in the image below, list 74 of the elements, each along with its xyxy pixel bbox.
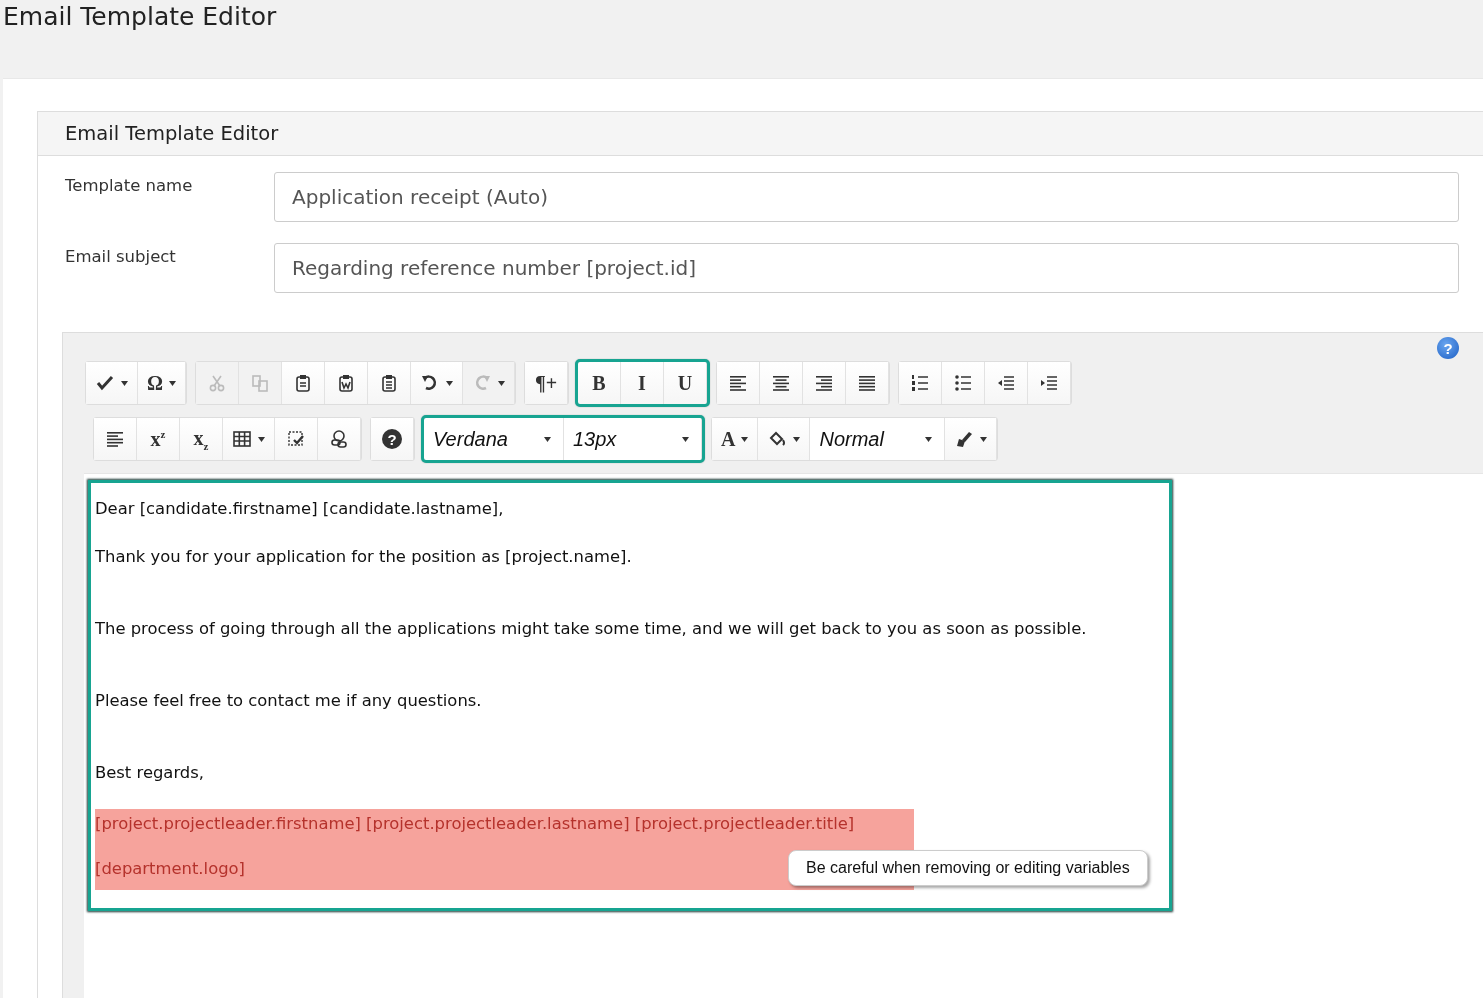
align-center-button[interactable] — [760, 362, 803, 404]
link-button[interactable] — [318, 418, 361, 460]
bullet-list-icon — [953, 373, 973, 393]
link-icon — [329, 429, 349, 449]
paragraph: Please feel free to contact me if any questions. — [95, 690, 483, 712]
paragraph: Best regards, — [95, 762, 206, 784]
caret-icon — [258, 436, 265, 442]
variable-text: [project.projectleader.firstname] [project.projectleader.lastname] [project.projectleader.title] — [95, 813, 855, 835]
caret-icon — [925, 436, 933, 442]
select-check-button[interactable] — [275, 418, 318, 460]
paragraph: The process of going through all the applications might take some time, and we will get back to you as soon as possible. — [95, 618, 1088, 640]
outdent-button[interactable] — [985, 362, 1028, 404]
tooltip: Be careful when removing or editing variables — [788, 850, 1148, 886]
format-button[interactable]: x$^{z}$ — [137, 418, 180, 460]
format-button[interactable]: x$_{z}$ — [180, 418, 223, 460]
scissors-icon — [207, 373, 227, 393]
format-button[interactable]: A — [712, 418, 759, 460]
caret-icon — [169, 380, 176, 386]
numbered-list-icon — [910, 373, 930, 393]
caret-icon — [121, 380, 128, 386]
check-icon — [95, 373, 115, 393]
numbered-list-button[interactable] — [899, 362, 942, 404]
select-check-icon — [286, 429, 306, 449]
clipboard-button[interactable] — [282, 362, 325, 404]
align-center-icon — [771, 373, 791, 393]
input-field[interactable]: Regarding reference number [project.id] — [274, 243, 1459, 293]
caret-icon — [544, 436, 551, 442]
bullet-list-button[interactable] — [942, 362, 985, 404]
clipboard-button[interactable] — [325, 362, 368, 404]
indent-button[interactable] — [1028, 362, 1071, 404]
align-left-button[interactable] — [717, 362, 760, 404]
page-title: Email Template Editor — [2, 1, 278, 33]
dropdown-select[interactable]: 13px — [564, 418, 702, 460]
outdent-icon — [996, 373, 1016, 393]
check-button[interactable] — [86, 362, 138, 404]
field-label: Template name — [65, 175, 194, 197]
caret-icon — [793, 436, 801, 442]
caret-icon — [498, 380, 505, 386]
indent-icon — [1039, 373, 1059, 393]
paragraph-lines-icon — [105, 429, 125, 449]
clipboard-icon — [336, 373, 356, 393]
caret-icon — [980, 436, 988, 442]
paragraph-lines-button[interactable] — [94, 418, 137, 460]
paragraph: Thank you for your application for the position as [project.name]. — [95, 546, 633, 568]
field-label: Email subject — [65, 246, 177, 268]
align-right-icon — [814, 373, 834, 393]
caret-icon — [446, 380, 453, 386]
format-button[interactable]: I — [621, 362, 664, 404]
clipboard-button[interactable] — [368, 362, 411, 404]
paragraph: Dear [candidate.firstname] [candidate.lastname], — [95, 498, 505, 520]
dropdown-select[interactable]: Verdana — [424, 418, 564, 460]
help-button[interactable]: ? — [371, 418, 414, 460]
table-button[interactable] — [223, 418, 275, 460]
align-right-button[interactable] — [803, 362, 846, 404]
input-field[interactable]: Application receipt (Auto) — [274, 172, 1459, 222]
align-left-icon — [728, 373, 748, 393]
brush-button[interactable] — [945, 418, 998, 460]
format-button[interactable]: Ω — [138, 362, 186, 404]
format-button[interactable]: U — [664, 362, 707, 404]
fill-button[interactable] — [758, 418, 811, 460]
justify-button[interactable] — [846, 362, 889, 404]
card-title: Email Template Editor — [38, 112, 1483, 156]
variable-text: [department.logo] — [95, 858, 245, 880]
clipboard-icon — [379, 373, 399, 393]
justify-icon — [857, 373, 877, 393]
format-button[interactable]: ¶+ — [525, 362, 568, 404]
copy-icon — [250, 373, 270, 393]
caret-icon — [682, 436, 689, 442]
undo-button[interactable] — [411, 362, 463, 404]
table-icon — [232, 429, 252, 449]
brush-icon — [954, 429, 975, 449]
clipboard-icon — [293, 373, 313, 393]
caret-icon — [741, 436, 749, 442]
format-button[interactable]: B — [578, 362, 621, 404]
